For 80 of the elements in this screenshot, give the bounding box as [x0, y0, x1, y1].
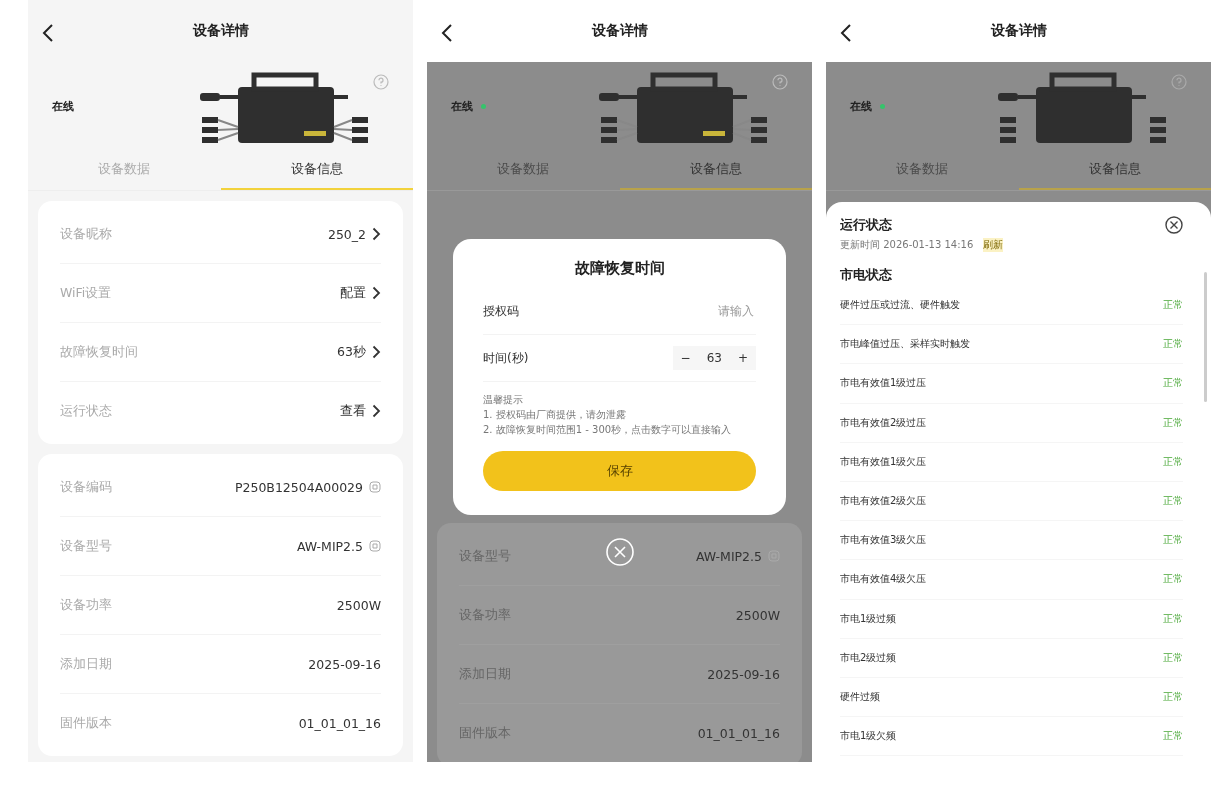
screen-title: 设备详情 — [192, 22, 249, 40]
status-label: 市电1级欠频 — [840, 729, 897, 744]
status-label: 市电2级过频 — [840, 650, 897, 665]
status-label: 硬件过压或过流、硬件触发 — [840, 298, 960, 313]
status-label: 市电有效值1级欠压 — [840, 454, 927, 469]
status-value: 正常 — [1163, 572, 1183, 587]
hint-text: 2. 故障恢复时间范围1 - 300秒，点击数字可以直接输入 — [483, 423, 733, 437]
row-label: 运行状态 — [60, 402, 112, 420]
scrollbar[interactable] — [1204, 272, 1207, 402]
status-value: 正常 — [1163, 494, 1183, 509]
status-label: 市电有效值2级过压 — [840, 415, 927, 430]
row-label: WiFi设置 — [60, 284, 112, 302]
sheet-title: 运行状态 — [840, 216, 892, 234]
status-value: 正常 — [1163, 729, 1183, 744]
stepper-value[interactable]: 63 — [706, 351, 722, 365]
status-label: 市电1级过频 — [840, 611, 897, 626]
status-value: 正常 — [1163, 650, 1183, 665]
status-value: 正常 — [1163, 689, 1183, 704]
status-label: 市电有效值3级欠压 — [840, 533, 927, 548]
status-label: 市电有效值1级过压 — [840, 376, 927, 391]
field-label: 时间(秒) — [483, 349, 529, 367]
hint-text: 1. 授权码由厂商提供，请勿泄露 — [483, 408, 627, 422]
hint-title: 温馨提示 — [483, 393, 524, 407]
row-value[interactable]: 250_2 — [327, 226, 366, 242]
screen-title: 设备详情 — [591, 22, 648, 40]
row-value[interactable]: 63秒 — [337, 343, 366, 361]
row-label: 设备编码 — [60, 478, 112, 496]
field-label: 授权码 — [483, 302, 519, 320]
chevron-icon[interactable] — [372, 404, 381, 418]
row-value: 2025-09-16 — [707, 666, 780, 682]
close-icon[interactable] — [1165, 216, 1183, 234]
status-value: 正常 — [1163, 454, 1183, 469]
minus-button[interactable]: − — [680, 351, 691, 365]
tab[interactable]: 设备信息 — [220, 150, 413, 190]
status-value: 正常 — [1163, 337, 1183, 352]
tab[interactable]: 设备信息 — [619, 150, 812, 190]
status-value: 正常 — [1163, 376, 1183, 391]
status-label: 市电有效值4级欠压 — [840, 572, 927, 587]
screen-title: 设备详情 — [990, 22, 1047, 40]
status-value: 正常 — [1163, 415, 1183, 430]
row-value: 2500W — [735, 607, 780, 623]
chevron-icon[interactable] — [372, 286, 381, 300]
row-value[interactable]: 查看 — [340, 402, 366, 420]
row-label: 设备型号 — [60, 537, 112, 555]
section-title: 市电状态 — [840, 266, 893, 284]
status-label: 市电有效值2级欠压 — [840, 494, 927, 509]
back-icon[interactable] — [840, 24, 852, 42]
back-icon[interactable] — [42, 24, 54, 42]
row-value: AW-MIP2.5 — [296, 538, 363, 554]
row-label: 固件版本 — [60, 714, 112, 732]
plus-button[interactable]: + — [737, 351, 748, 365]
status-value: 正常 — [1163, 611, 1183, 626]
row-label: 添加日期 — [60, 655, 112, 673]
refresh-link[interactable]: 刷新 — [983, 238, 1004, 252]
dialog-title: 故障恢复时间 — [573, 259, 666, 278]
tab[interactable]: 设备信息 — [1018, 150, 1211, 190]
row-value: 01_01_01_16 — [298, 715, 381, 731]
save-button[interactable]: 保存 — [483, 451, 756, 491]
row-value[interactable]: 配置 — [340, 284, 366, 302]
row-value: P250B12504A00029 — [234, 479, 363, 495]
row-value: 2025-09-16 — [308, 656, 381, 672]
back-icon[interactable] — [441, 24, 453, 42]
status-value: 正常 — [1163, 298, 1183, 313]
update-time: 更新时间 2026-01-13 14:16 — [840, 238, 974, 252]
row-label: 设备功率 — [60, 596, 112, 614]
row-value: 01_01_01_16 — [697, 725, 780, 741]
online-status: 在线 — [52, 98, 74, 114]
row-label: 设备昵称 — [60, 225, 112, 243]
row-value: 2500W — [336, 597, 381, 613]
status-label: 市电峰值过压、采样实时触发 — [840, 337, 970, 352]
input-field[interactable]: 请输入 — [652, 303, 756, 319]
online-status: 在线 — [451, 98, 473, 114]
chevron-icon[interactable] — [372, 345, 381, 359]
status-value: 正常 — [1163, 533, 1183, 548]
row-value: AW-MIP2.5 — [695, 548, 762, 564]
chevron-icon[interactable] — [372, 227, 381, 241]
status-label: 硬件过频 — [840, 689, 880, 704]
number-stepper[interactable]: − 63 + — [672, 346, 756, 370]
row-label: 故障恢复时间 — [60, 343, 138, 361]
online-status: 在线 — [850, 98, 872, 114]
